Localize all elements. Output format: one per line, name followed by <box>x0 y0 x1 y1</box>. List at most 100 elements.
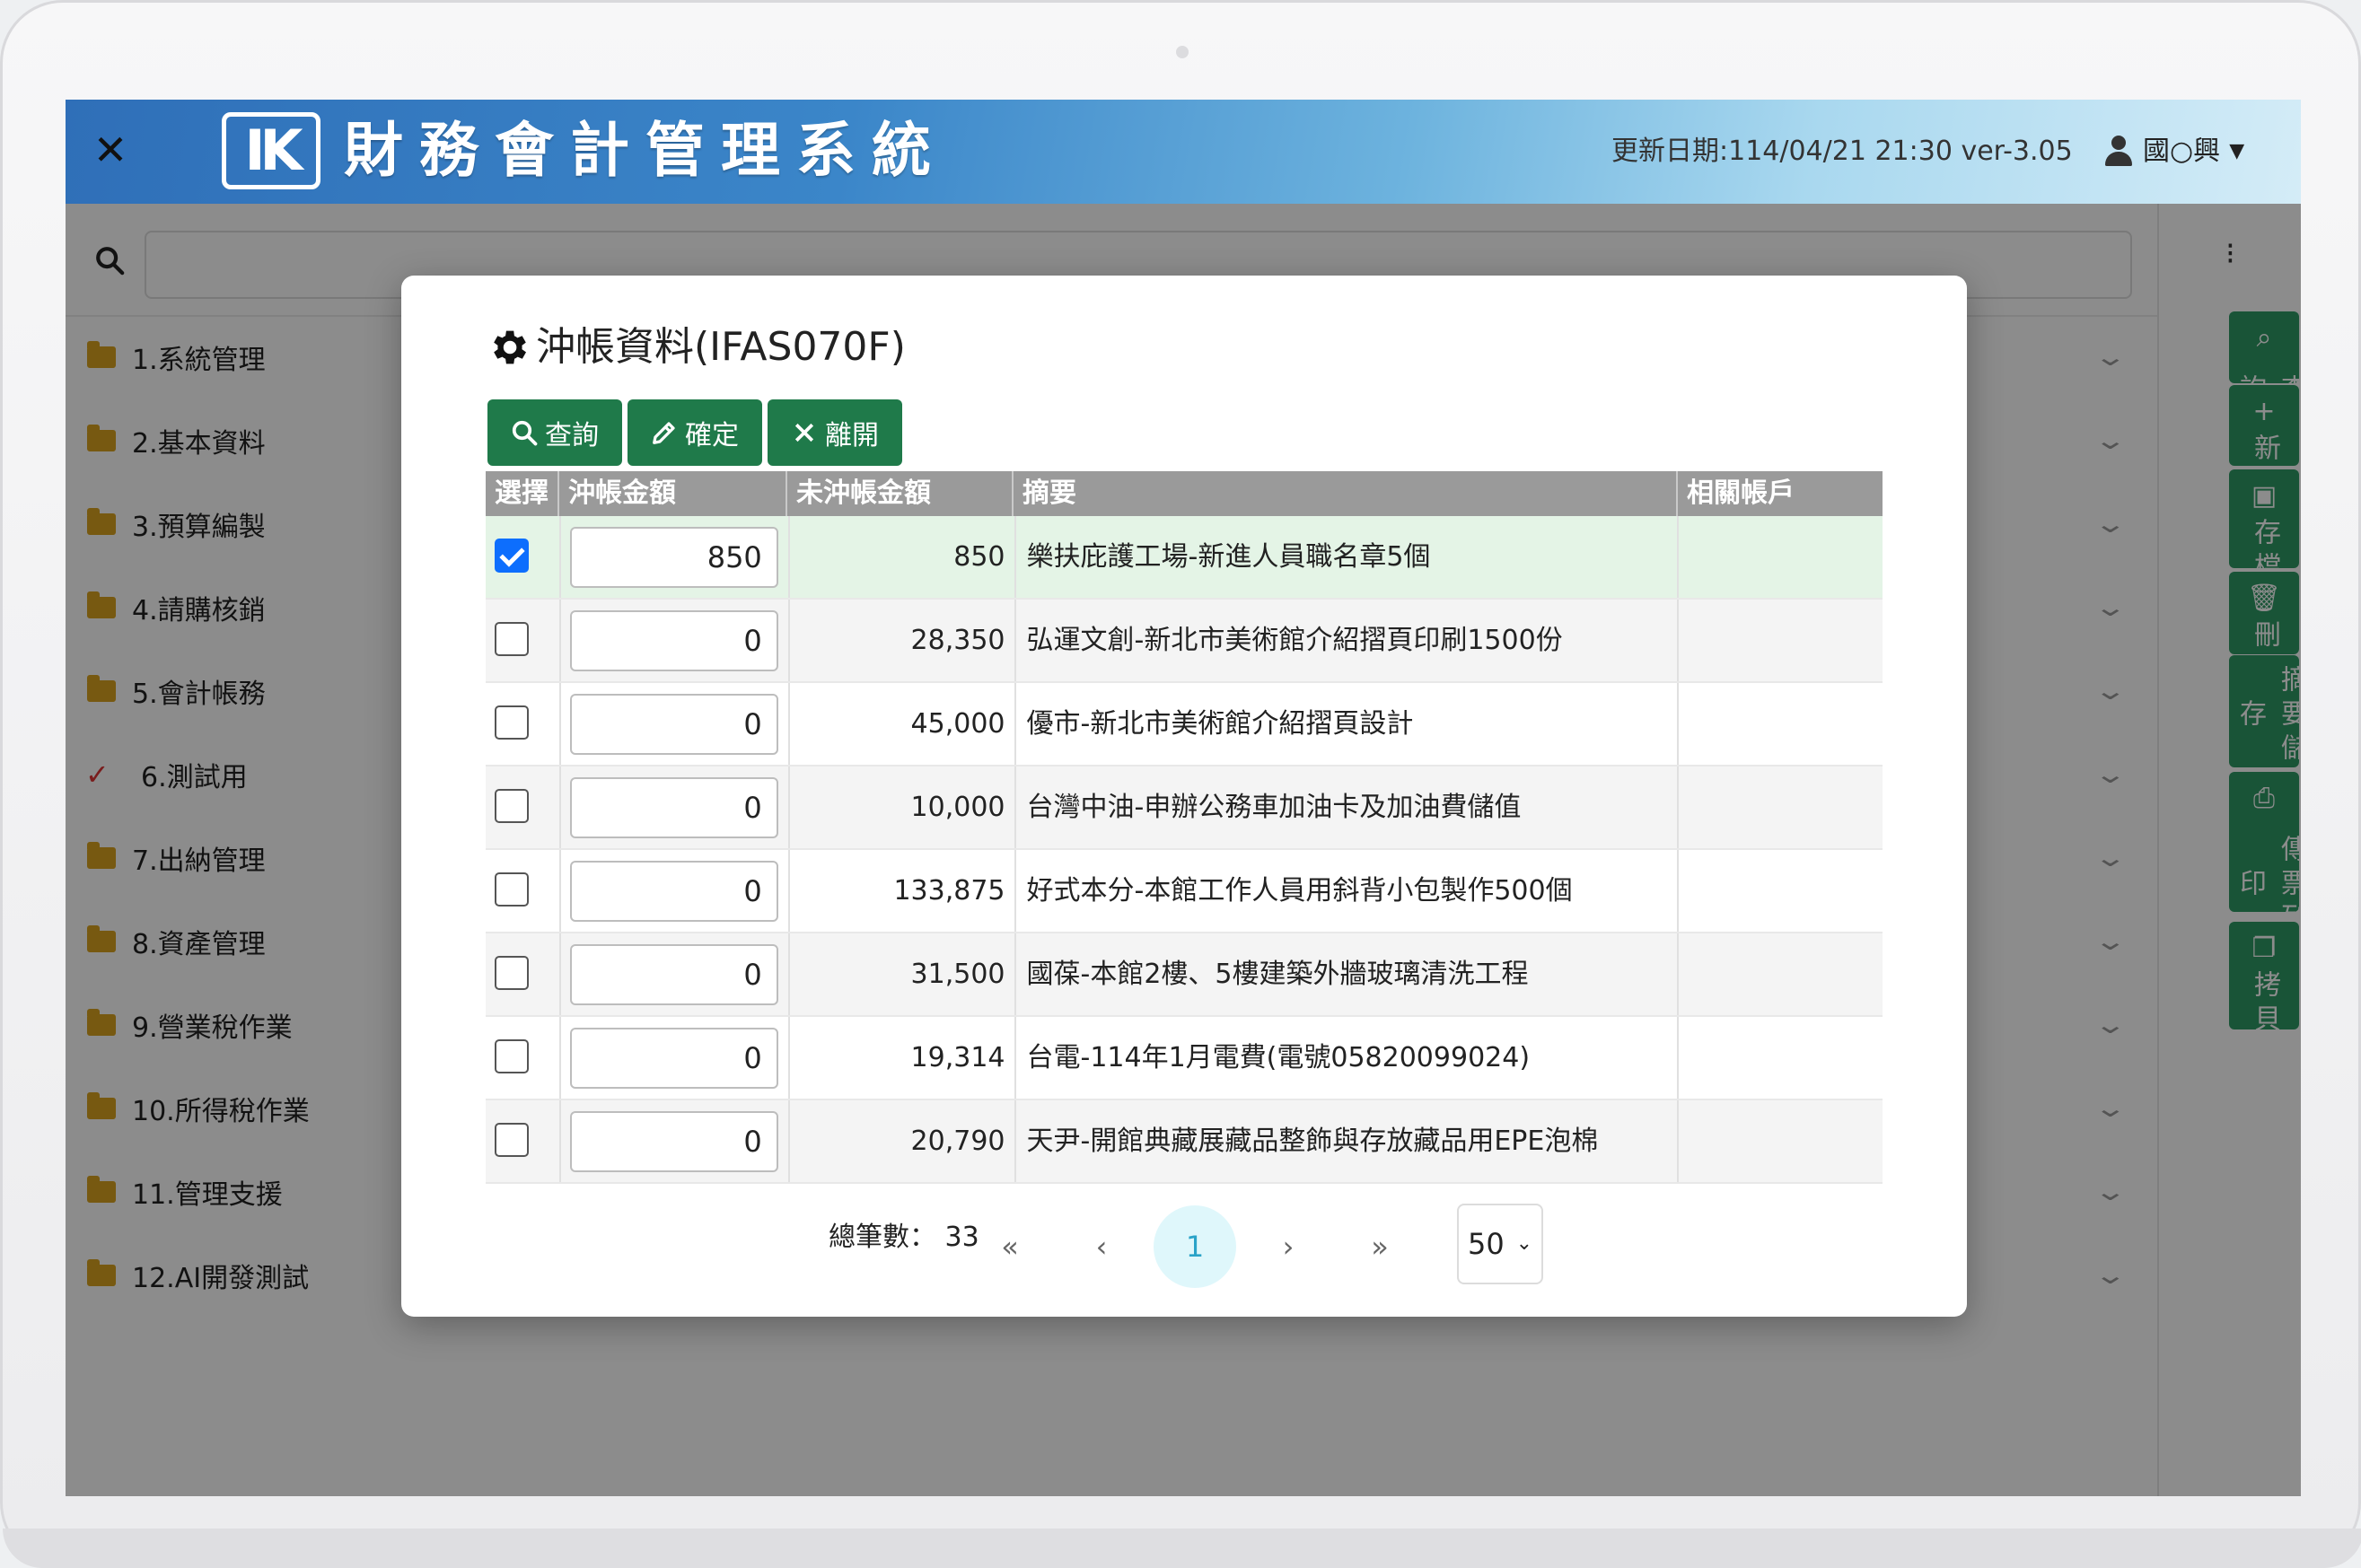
select-cell <box>486 850 561 932</box>
amount-cell: 0 <box>561 1100 791 1182</box>
table-row: 0 133,875 好式本分-本館工作人員用斜背小包製作500個 <box>486 850 1883 933</box>
amount-cell: 0 <box>561 933 791 1015</box>
bottom-bezel <box>3 1529 2361 1568</box>
select-cell <box>486 766 561 848</box>
summary-text: 弘運文創-新北市美術館介紹摺頁印刷1500份 <box>1016 600 1679 681</box>
table-row: 0 31,500 國葆-本館2樓、5樓建築外牆玻璃清洗工程 <box>486 933 1883 1017</box>
settle-amount-input[interactable]: 0 <box>569 944 778 1005</box>
unsettled-amount: 20,790 <box>790 1100 1016 1182</box>
modal-title: 沖帳資料(IFAS070F) <box>486 320 906 374</box>
confirm-label: 確定 <box>685 420 739 451</box>
row-checkbox[interactable] <box>495 789 529 823</box>
table-body: 850 850 樂扶庇護工場-新進人員職名章5個 0 28,350 弘運文創-新北市美術館… <box>486 516 1883 1184</box>
page-size-select[interactable]: 50 ⌄ <box>1457 1204 1543 1284</box>
close-icon[interactable]: ✕ <box>91 129 130 171</box>
row-checkbox[interactable] <box>495 705 529 740</box>
settle-amount-input[interactable]: 850 <box>569 527 778 588</box>
table-row: 0 20,790 天尹-開館典藏展藏品整飾與存放藏品用EPE泡棉 <box>486 1100 1883 1184</box>
related-account <box>1679 516 1883 598</box>
summary-text: 天尹-開館典藏展藏品整飾與存放藏品用EPE泡棉 <box>1016 1100 1679 1182</box>
modal-toolbar: 查詢 確定 離開 <box>487 399 902 466</box>
modal-title-text: 沖帳資料(IFAS070F) <box>536 324 906 370</box>
related-account <box>1679 1017 1883 1099</box>
settle-amount-input[interactable]: 0 <box>569 694 778 755</box>
summary-text: 國葆-本館2樓、5樓建築外牆玻璃清洗工程 <box>1016 933 1679 1015</box>
select-cell <box>486 1100 561 1182</box>
page-size-value: 50 <box>1468 1227 1505 1261</box>
page-1-button[interactable]: 1 <box>1154 1205 1236 1288</box>
col-amount: 沖帳金額 <box>559 471 787 516</box>
amount-cell: 0 <box>561 850 791 932</box>
settlement-modal: 沖帳資料(IFAS070F) 查詢 確定 離開 選擇 沖帳金額 未沖帳金額 摘要… <box>401 276 1967 1317</box>
col-select: 選擇 <box>486 471 559 516</box>
last-page-button[interactable]: » <box>1338 1205 1421 1288</box>
app-logo: IK <box>222 112 320 189</box>
unsettled-amount: 850 <box>790 516 1016 598</box>
camera-dot <box>1176 46 1189 58</box>
related-account <box>1679 1100 1883 1182</box>
settle-amount-input[interactable]: 0 <box>569 610 778 671</box>
settlement-table: 選擇 沖帳金額 未沖帳金額 摘要 相關帳戶 850 850 樂扶庇護工場-新進人員職… <box>486 471 1883 1184</box>
confirm-button[interactable]: 確定 <box>628 399 762 466</box>
prev-page-button[interactable]: ‹ <box>1060 1205 1143 1288</box>
next-page-button[interactable]: › <box>1247 1205 1330 1288</box>
app-header: ✕ IK 財務會計管理系統 更新日期:114/04/21 21:30 ver-3… <box>66 100 2301 204</box>
summary-text: 樂扶庇護工場-新進人員職名章5個 <box>1016 516 1679 598</box>
unsettled-amount: 31,500 <box>790 933 1016 1015</box>
query-button[interactable]: 查詢 <box>487 399 622 466</box>
search-icon <box>512 420 538 446</box>
related-account <box>1679 600 1883 681</box>
table-row: 0 19,314 台電-114年1月電費(電號05820099024) <box>486 1017 1883 1100</box>
unsettled-amount: 19,314 <box>790 1017 1016 1099</box>
close-icon <box>794 423 814 442</box>
amount-cell: 0 <box>561 683 791 765</box>
summary-text: 台電-114年1月電費(電號05820099024) <box>1016 1017 1679 1099</box>
pagination: 總筆數： 33 « ‹ 1 › » 50 ⌄ <box>401 1187 1967 1288</box>
table-row: 0 45,000 優市-新北市美術館介紹摺頁設計 <box>486 683 1883 766</box>
settle-amount-input[interactable]: 0 <box>569 861 778 922</box>
settle-amount-input[interactable]: 0 <box>569 777 778 838</box>
leave-label: 離開 <box>825 420 879 451</box>
col-summary: 摘要 <box>1014 471 1678 516</box>
caret-down-icon: ▼ <box>2229 140 2245 162</box>
total-count: 總筆數： 33 <box>829 1214 979 1254</box>
table-row: 0 28,350 弘運文創-新北市美術館介紹摺頁印刷1500份 <box>486 600 1883 683</box>
select-cell <box>486 516 561 598</box>
unsettled-amount: 10,000 <box>790 766 1016 848</box>
col-unsettled: 未沖帳金額 <box>787 471 1014 516</box>
summary-text: 優市-新北市美術館介紹摺頁設計 <box>1016 683 1679 765</box>
row-checkbox[interactable] <box>495 1039 529 1073</box>
amount-cell: 0 <box>561 766 791 848</box>
app-title: 財務會計管理系統 <box>344 115 947 185</box>
related-account <box>1679 850 1883 932</box>
related-account <box>1679 683 1883 765</box>
app-screen: ✕ IK 財務會計管理系統 更新日期:114/04/21 21:30 ver-3… <box>66 100 2301 1496</box>
user-name: 國○興 <box>2143 136 2221 167</box>
settle-amount-input[interactable]: 0 <box>569 1028 778 1089</box>
row-checkbox[interactable] <box>495 872 529 907</box>
row-checkbox[interactable] <box>495 539 529 573</box>
row-checkbox[interactable] <box>495 1123 529 1157</box>
query-label: 查詢 <box>545 420 599 451</box>
amount-cell: 850 <box>561 516 791 598</box>
table-header: 選擇 沖帳金額 未沖帳金額 摘要 相關帳戶 <box>486 471 1883 516</box>
col-account: 相關帳戶 <box>1687 477 1795 509</box>
unsettled-amount: 28,350 <box>790 600 1016 681</box>
row-checkbox[interactable] <box>495 956 529 990</box>
gear-icon <box>494 330 526 364</box>
select-cell <box>486 600 561 681</box>
first-page-button[interactable]: « <box>969 1205 1051 1288</box>
user-menu[interactable]: 國○興 ▼ <box>2103 132 2244 171</box>
chevron-down-icon: ⌄ <box>1515 1232 1532 1255</box>
amount-cell: 0 <box>561 600 791 681</box>
settle-amount-input[interactable]: 0 <box>569 1111 778 1172</box>
summary-text: 好式本分-本館工作人員用斜背小包製作500個 <box>1016 850 1679 932</box>
table-row: 0 10,000 台灣中油-申辦公務車加油卡及加油費儲值 <box>486 766 1883 850</box>
select-cell <box>486 933 561 1015</box>
unsettled-amount: 133,875 <box>790 850 1016 932</box>
row-checkbox[interactable] <box>495 622 529 656</box>
related-account <box>1679 766 1883 848</box>
update-date: 更新日期:114/04/21 21:30 ver-3.05 <box>1611 136 2073 167</box>
leave-button[interactable]: 離開 <box>768 399 902 466</box>
select-cell <box>486 683 561 765</box>
